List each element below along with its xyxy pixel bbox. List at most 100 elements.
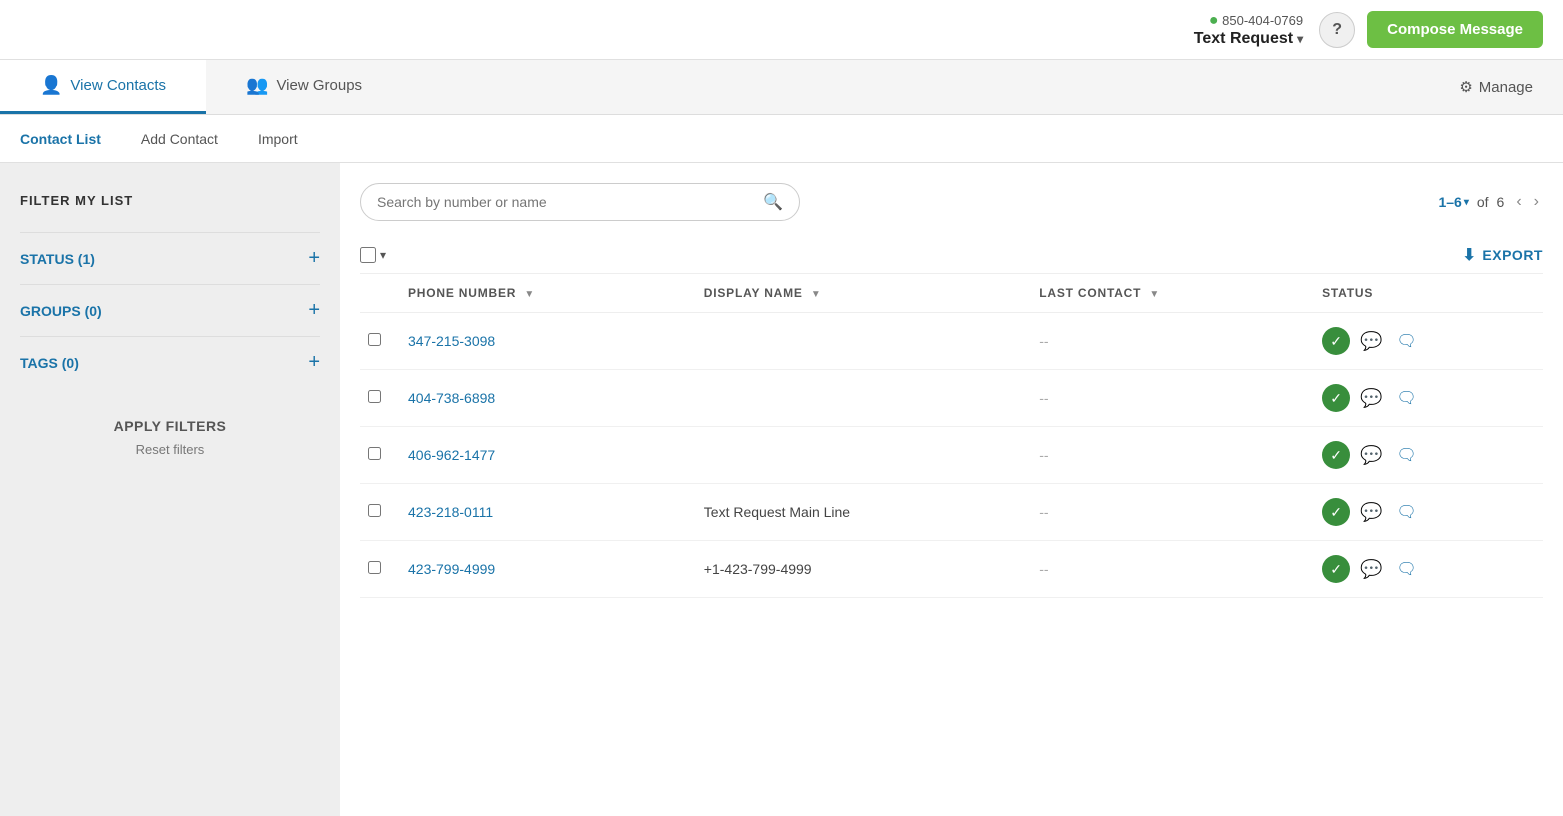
nav-tabs: 👤 View Contacts 👥 View Groups ⚙ Manage bbox=[0, 60, 1563, 115]
row-status: ✓ 💬 🗨 bbox=[1314, 484, 1543, 541]
filter-groups-label: GROUPS (0) bbox=[20, 303, 102, 319]
sub-nav: Contact List Add Contact Import bbox=[0, 115, 1563, 163]
sub-nav-add-contact[interactable]: Add Contact bbox=[141, 127, 218, 151]
phone-info: ● 850-404-0769 Text Request ▾ bbox=[1194, 12, 1303, 48]
row-status: ✓ 💬 🗨 bbox=[1314, 313, 1543, 370]
row-checkbox-cell[interactable] bbox=[360, 427, 400, 484]
pagination-next-button[interactable]: › bbox=[1530, 191, 1543, 213]
tab-view-contacts[interactable]: 👤 View Contacts bbox=[0, 60, 206, 114]
row-checkbox[interactable] bbox=[368, 447, 381, 460]
status-active-icon: ✓ bbox=[1322, 555, 1350, 583]
table-row: 423-218-0111 Text Request Main Line -- ✓… bbox=[360, 484, 1543, 541]
th-display[interactable]: DISPLAY NAME ▼ bbox=[696, 274, 1031, 313]
message-icon[interactable]: 🗨 bbox=[1397, 559, 1417, 579]
sub-nav-import[interactable]: Import bbox=[258, 127, 298, 151]
th-checkbox bbox=[360, 274, 400, 313]
filter-groups-plus-icon: + bbox=[308, 299, 320, 322]
chevron-down-icon: ▾ bbox=[1297, 32, 1303, 46]
gear-icon: ⚙ bbox=[1459, 78, 1472, 96]
row-phone[interactable]: 423-218-0111 bbox=[400, 484, 696, 541]
search-row: 🔍 1–6 ▾ of 6 ‹ › bbox=[360, 183, 1543, 221]
th-status: STATUS bbox=[1314, 274, 1543, 313]
row-checkbox-cell[interactable] bbox=[360, 541, 400, 598]
table-row: 347-215-3098 -- ✓ 💬 🗨 bbox=[360, 313, 1543, 370]
manage-label: Manage bbox=[1479, 79, 1533, 96]
row-last-contact: -- bbox=[1031, 313, 1314, 370]
row-phone[interactable]: 406-962-1477 bbox=[400, 427, 696, 484]
export-button[interactable]: ⬇ EXPORT bbox=[1463, 245, 1543, 265]
table-row: 404-738-6898 -- ✓ 💬 🗨 bbox=[360, 370, 1543, 427]
search-input[interactable] bbox=[377, 194, 763, 210]
filter-tags-plus-icon: + bbox=[308, 351, 320, 374]
row-checkbox[interactable] bbox=[368, 561, 381, 574]
start-conversation-icon[interactable]: 💬 bbox=[1360, 445, 1382, 466]
filter-title: FILTER MY LIST bbox=[20, 193, 320, 208]
message-icon[interactable]: 🗨 bbox=[1397, 445, 1417, 465]
status-active-icon: ✓ bbox=[1322, 384, 1350, 412]
sidebar: FILTER MY LIST STATUS (1) + GROUPS (0) +… bbox=[0, 163, 340, 816]
row-status: ✓ 💬 🗨 bbox=[1314, 427, 1543, 484]
row-checkbox-cell[interactable] bbox=[360, 370, 400, 427]
tab-manage[interactable]: ⚙ Manage bbox=[1429, 78, 1563, 96]
compose-message-button[interactable]: Compose Message bbox=[1367, 11, 1543, 48]
row-display: Text Request Main Line bbox=[696, 484, 1031, 541]
filter-groups[interactable]: GROUPS (0) + bbox=[20, 284, 320, 336]
pagination-range[interactable]: 1–6 ▾ bbox=[1438, 194, 1468, 210]
start-conversation-icon[interactable]: 💬 bbox=[1360, 331, 1382, 352]
sub-nav-contact-list[interactable]: Contact List bbox=[20, 127, 101, 151]
table-toolbar: ▾ ⬇ EXPORT bbox=[360, 237, 1543, 274]
table-row: 423-799-4999 +1-423-799-4999 -- ✓ 💬 🗨 bbox=[360, 541, 1543, 598]
row-phone[interactable]: 404-738-6898 bbox=[400, 370, 696, 427]
th-last-contact[interactable]: LAST CONTACT ▼ bbox=[1031, 274, 1314, 313]
row-checkbox[interactable] bbox=[368, 333, 381, 346]
row-checkbox[interactable] bbox=[368, 390, 381, 403]
row-phone[interactable]: 423-799-4999 bbox=[400, 541, 696, 598]
start-conversation-icon[interactable]: 💬 bbox=[1360, 559, 1382, 580]
row-display: +1-423-799-4999 bbox=[696, 541, 1031, 598]
select-all-checkbox-wrap[interactable]: ▾ bbox=[360, 247, 386, 263]
pagination-of: of bbox=[1477, 194, 1489, 210]
pagination-prev-button[interactable]: ‹ bbox=[1512, 191, 1525, 213]
pagination-info: 1–6 ▾ of 6 ‹ › bbox=[1438, 191, 1543, 213]
row-checkbox-cell[interactable] bbox=[360, 313, 400, 370]
select-all-checkbox[interactable] bbox=[360, 247, 376, 263]
toolbar-left: ▾ bbox=[360, 247, 386, 263]
download-icon: ⬇ bbox=[1463, 245, 1477, 265]
start-conversation-icon[interactable]: 💬 bbox=[1360, 502, 1382, 523]
tab-view-groups[interactable]: 👥 View Groups bbox=[206, 60, 402, 114]
main-content: FILTER MY LIST STATUS (1) + GROUPS (0) +… bbox=[0, 163, 1563, 816]
phone-sort-icon: ▼ bbox=[524, 289, 535, 300]
help-button[interactable]: ? bbox=[1319, 12, 1355, 48]
pagination-total: 6 bbox=[1497, 194, 1505, 210]
filter-tags[interactable]: TAGS (0) + bbox=[20, 336, 320, 388]
search-icon: 🔍 bbox=[763, 192, 783, 212]
message-icon[interactable]: 🗨 bbox=[1397, 502, 1417, 522]
tab-view-contacts-label: View Contacts bbox=[70, 77, 166, 94]
tab-view-groups-label: View Groups bbox=[276, 77, 362, 94]
phone-number: ● 850-404-0769 bbox=[1194, 12, 1303, 30]
pagination-nav: ‹ › bbox=[1512, 191, 1543, 213]
reset-filters-button[interactable]: Reset filters bbox=[20, 442, 320, 457]
message-icon[interactable]: 🗨 bbox=[1397, 388, 1417, 408]
status-active-icon: ✓ bbox=[1322, 327, 1350, 355]
row-status: ✓ 💬 🗨 bbox=[1314, 370, 1543, 427]
row-display bbox=[696, 427, 1031, 484]
row-last-contact: -- bbox=[1031, 484, 1314, 541]
select-dropdown-icon[interactable]: ▾ bbox=[380, 248, 386, 262]
row-checkbox[interactable] bbox=[368, 504, 381, 517]
filter-status[interactable]: STATUS (1) + bbox=[20, 232, 320, 284]
row-last-contact: -- bbox=[1031, 427, 1314, 484]
account-name[interactable]: Text Request ▾ bbox=[1194, 30, 1303, 48]
row-phone[interactable]: 347-215-3098 bbox=[400, 313, 696, 370]
person-icon: 👤 bbox=[40, 75, 62, 96]
th-phone[interactable]: PHONE NUMBER ▼ bbox=[400, 274, 696, 313]
message-icon[interactable]: 🗨 bbox=[1397, 331, 1417, 351]
start-conversation-icon[interactable]: 💬 bbox=[1360, 388, 1382, 409]
table-row: 406-962-1477 -- ✓ 💬 🗨 bbox=[360, 427, 1543, 484]
row-checkbox-cell[interactable] bbox=[360, 484, 400, 541]
apply-filters-button[interactable]: APPLY FILTERS bbox=[20, 418, 320, 434]
search-box[interactable]: 🔍 bbox=[360, 183, 800, 221]
display-sort-icon: ▼ bbox=[811, 289, 822, 300]
status-active-icon: ✓ bbox=[1322, 498, 1350, 526]
row-display bbox=[696, 370, 1031, 427]
